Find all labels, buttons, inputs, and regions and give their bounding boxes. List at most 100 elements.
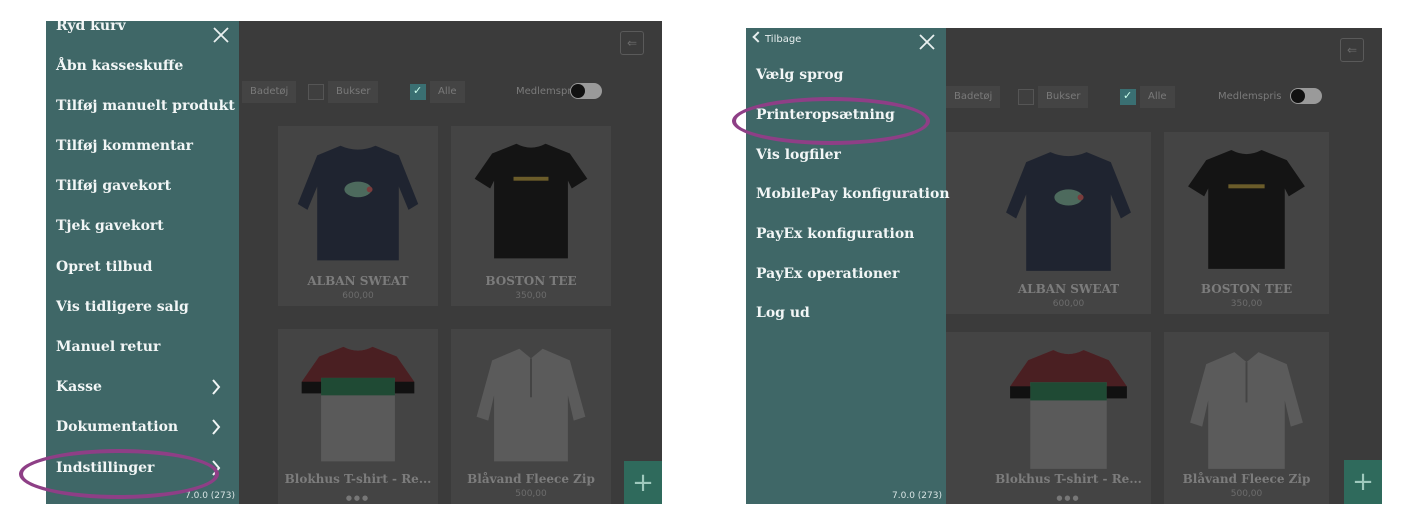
screenshot-main-menu: ⇐ Badetøj Bukser Alle Medlemspris ALBAN … — [46, 21, 662, 504]
chevron-left-icon — [752, 31, 764, 43]
menu-item-dokumentation[interactable]: Dokumentation — [56, 412, 231, 442]
menu-item-label: Vælg sprog — [756, 67, 844, 83]
sweatshirt-image — [1006, 152, 1131, 271]
fleece-image — [476, 348, 586, 462]
product-name: Blåvand Fleece Zip — [467, 472, 595, 486]
product-card[interactable]: Blokhus T-shirt - Re... ●●● — [986, 332, 1151, 504]
filter-checkbox[interactable] — [308, 84, 324, 100]
menu-item-label: Ryd kurv — [56, 21, 126, 34]
tshirt-image — [1188, 150, 1305, 269]
menu-item-kasse[interactable]: Kasse — [56, 372, 231, 402]
menu-item-label: Tjek gavekort — [56, 218, 164, 234]
menu-item-log-ud[interactable]: Log ud — [756, 298, 938, 328]
member-price-label: Medlemspris — [1218, 91, 1282, 102]
filter-label: Alle — [1148, 91, 1167, 102]
tshirt-image — [1010, 350, 1127, 469]
filter-alle[interactable]: Alle — [430, 81, 465, 103]
menu-item-label: PayEx operationer — [756, 266, 900, 282]
filter-checkbox-checked[interactable] — [1120, 89, 1136, 105]
menu-item-vis-tidligere-salg[interactable]: Vis tidligere salg — [56, 292, 231, 322]
menu-item-label: PayEx konfiguration — [756, 226, 915, 242]
member-price-toggle[interactable] — [1290, 88, 1322, 104]
menu-item-mobilepay-konfiguration[interactable]: MobilePay konfiguration — [756, 179, 950, 209]
menu-item-ryd-kurv[interactable]: Ryd kurv — [56, 21, 231, 41]
menu-item-label: Vis logfiler — [756, 147, 841, 163]
side-menu: Ryd kurv Åbn kasseskuffe Tilføj manuelt … — [46, 21, 239, 504]
menu-item-label: Tilføj manuelt produkt — [56, 98, 235, 114]
menu-item-opret-tilbud[interactable]: Opret tilbud — [56, 252, 231, 282]
filter-badetoj[interactable]: Badetøj — [946, 86, 1001, 108]
app-version: 7.0.0 (273) — [185, 491, 235, 501]
filter-checkbox[interactable] — [1018, 89, 1034, 105]
back-button[interactable]: Tilbage — [752, 31, 802, 45]
carousel-dots: ●●● — [1056, 494, 1081, 502]
product-name: ALBAN SWEAT — [1017, 282, 1120, 296]
menu-item-tilfoj-kommentar[interactable]: Tilføj kommentar — [56, 131, 231, 161]
menu-item-label: Tilføj kommentar — [56, 138, 194, 154]
app-version: 7.0.0 (273) — [892, 491, 942, 501]
product-name: Blokhus T-shirt - Re... — [995, 472, 1142, 486]
product-name: BOSTON TEE — [1200, 282, 1293, 296]
menu-item-tilfoj-manuelt-produkt[interactable]: Tilføj manuelt produkt — [56, 91, 235, 121]
product-name: Blåvand Fleece Zip — [1182, 472, 1311, 486]
menu-item-label: Opret tilbud — [56, 259, 153, 275]
product-card-partial[interactable] — [946, 332, 986, 504]
filter-alle[interactable]: Alle — [1140, 86, 1175, 108]
product-price: 500,00 — [515, 489, 547, 499]
product-card[interactable]: Blokhus T-shirt - Re... ●●● — [278, 329, 438, 504]
menu-item-label: MobilePay konfiguration — [756, 186, 950, 202]
product-card[interactable]: BOSTON TEE 350,00 — [1164, 132, 1329, 314]
menu-item-payex-operationer[interactable]: PayEx operationer — [756, 259, 938, 289]
sweatshirt-image — [297, 145, 419, 261]
back-label: Tilbage — [765, 34, 802, 45]
menu-item-abn-kasseskuffe[interactable]: Åbn kasseskuffe — [56, 51, 231, 81]
chevron-right-icon — [212, 379, 221, 395]
menu-item-tilfoj-gavekort[interactable]: Tilføj gavekort — [56, 171, 231, 201]
menu-item-payex-konfiguration[interactable]: PayEx konfiguration — [756, 219, 938, 249]
product-name: BOSTON TEE — [485, 274, 577, 288]
product-card-partial[interactable] — [946, 132, 986, 314]
product-card[interactable]: Blåvand Fleece Zip 500,00 — [1164, 332, 1329, 504]
filter-label: Bukser — [1046, 91, 1081, 102]
product-card[interactable]: ALBAN SWEAT 600,00 — [278, 126, 438, 306]
back-arrow-icon[interactable]: ⇐ — [620, 31, 644, 55]
tshirt-image — [474, 143, 588, 259]
add-button[interactable]: + — [624, 461, 662, 504]
product-card[interactable]: BOSTON TEE 350,00 — [451, 126, 611, 306]
menu-item-tjek-gavekort[interactable]: Tjek gavekort — [56, 211, 231, 241]
product-name: ALBAN SWEAT — [307, 274, 409, 288]
product-price: 350,00 — [515, 291, 547, 301]
filter-label: Bukser — [336, 86, 371, 97]
chevron-right-icon — [212, 419, 221, 435]
close-icon[interactable] — [918, 33, 936, 51]
close-icon[interactable] — [212, 26, 230, 44]
menu-item-vaelg-sprog[interactable]: Vælg sprog — [756, 60, 938, 90]
filter-badetoj[interactable]: Badetøj — [242, 81, 297, 103]
product-price: 350,00 — [1230, 299, 1263, 309]
menu-item-label: Kasse — [56, 379, 102, 395]
tshirt-image — [301, 346, 415, 462]
menu-item-label: Dokumentation — [56, 419, 179, 435]
product-price: 600,00 — [342, 291, 374, 301]
filter-label: Alle — [438, 86, 457, 97]
back-arrow-icon[interactable]: ⇐ — [1340, 38, 1364, 62]
add-button[interactable]: + — [1344, 460, 1382, 504]
filter-label: Badetøj — [954, 91, 993, 102]
fleece-image — [1190, 352, 1303, 469]
menu-item-label: Vis tidligere salg — [56, 299, 189, 315]
highlight-ring — [732, 97, 930, 145]
filter-bukser[interactable]: Bukser — [1038, 86, 1089, 108]
product-card[interactable]: Blåvand Fleece Zip 500,00 — [451, 329, 611, 504]
product-name: Blokhus T-shirt - Re... — [284, 472, 432, 486]
member-price-toggle[interactable] — [570, 83, 602, 99]
highlight-ring — [19, 449, 219, 499]
filter-bukser[interactable]: Bukser — [328, 81, 379, 103]
menu-item-label: Manuel retur — [56, 339, 161, 355]
carousel-dots: ●●● — [345, 494, 371, 502]
filter-label: Badetøj — [250, 86, 289, 97]
filter-checkbox-checked[interactable] — [410, 84, 426, 100]
menu-item-manuel-retur[interactable]: Manuel retur — [56, 332, 231, 362]
product-price: 500,00 — [1230, 489, 1263, 499]
menu-item-label: Tilføj gavekort — [56, 178, 172, 194]
product-card[interactable]: ALBAN SWEAT 600,00 — [986, 132, 1151, 314]
